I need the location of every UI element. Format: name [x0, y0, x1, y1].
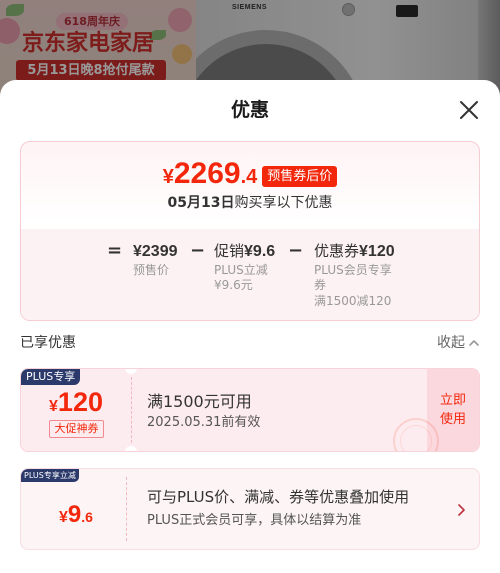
plus-discount-integer: 9 [67, 501, 82, 528]
coupon-label-cont: 券 [314, 278, 327, 292]
claimed-stamp-ring [400, 425, 432, 451]
plus-discount-note: PLUS正式会员可享，具体以结算为准 [147, 513, 362, 528]
promotion-prefix: 促销 [214, 242, 245, 260]
price-decimal: .4 [240, 165, 258, 188]
purchase-date: 05月13日 [167, 195, 235, 211]
price-currency: ¥ [162, 165, 174, 188]
coupon-divider [131, 377, 132, 443]
plus-discount-badge: PLUS专享立减 [21, 469, 79, 482]
purchase-date-note: 05月13日购买享以下优惠 [21, 193, 479, 213]
use-now-label-line2: 使用 [439, 412, 466, 427]
promotion-label: PLUS立减 [214, 263, 268, 277]
equals-sign: = [107, 240, 123, 261]
purchase-date-text: 购买享以下优惠 [234, 195, 333, 211]
sheet-title: 优惠 [230, 99, 269, 121]
collapse-label: 收起 [437, 335, 465, 351]
plus-discount-amount: ¥9.6 [21, 500, 131, 533]
coupon-amount-value: 120 [57, 387, 103, 417]
plus-discount-description: 可与PLUS价、满减、券等优惠叠加使用 [147, 488, 410, 506]
coupon-currency: ¥ [49, 398, 58, 415]
final-price: ¥2269.4 [163, 157, 258, 196]
coupon-condition: 满1500元可用 [147, 392, 252, 411]
price-breakdown: = ¥2399 预售价 − 促销¥9.6 PLUS立减 ¥9.6元 − 优惠券¥… [21, 229, 479, 320]
promotion-sheet: 优惠 ¥2269.4 预售券后价 05月13日购买享以下优惠 = ¥2399 预… [0, 80, 500, 573]
collapse-toggle[interactable]: 收起 [437, 334, 480, 352]
promotion-value: ¥9.6 [244, 243, 276, 260]
coupon-validity: 2025.05.31前有效 [147, 415, 261, 430]
chevron-right-icon [458, 504, 465, 516]
coupon-notch [125, 446, 137, 451]
promotion-discount-amount: 促销¥9.6 [214, 241, 275, 261]
minus-sign: − [288, 240, 304, 261]
coupon-card[interactable]: PLUS专享 ¥120 大促神券 满1500元可用 2025.05.31前有效 … [20, 368, 480, 452]
presale-price-label: 预售价 [133, 263, 170, 277]
close-icon [460, 101, 478, 119]
close-button[interactable] [458, 99, 480, 121]
price-summary-card: ¥2269.4 预售券后价 05月13日购买享以下优惠 = ¥2399 预售价 … [20, 141, 480, 321]
plus-discount-card[interactable]: PLUS专享立减 ¥9.6 可与PLUS价、满减、券等优惠叠加使用 PLUS正式… [20, 468, 480, 550]
coupon-amount: ¥120 [21, 386, 131, 423]
plus-discount-detail-button[interactable] [456, 503, 466, 517]
applied-discounts-title: 已享优惠 [20, 335, 76, 351]
chevron-up-icon [469, 340, 479, 346]
price-integer: 2269 [173, 156, 241, 190]
plus-discount-currency: ¥ [59, 509, 68, 526]
coupon-divider [126, 477, 127, 541]
presale-price-value: ¥2399 [133, 243, 178, 260]
plus-exclusive-badge: PLUS专享 [21, 369, 81, 385]
minus-sign: − [190, 240, 206, 261]
presale-price-amount: ¥2399 [133, 241, 178, 261]
final-price-row: ¥2269.4 预售券后价 [21, 157, 479, 196]
coupon-prefix: 优惠券 [314, 242, 360, 260]
plus-discount-decimal: .6 [81, 509, 93, 525]
coupon-discount-amount: 优惠券¥120 [314, 241, 395, 261]
use-now-label-line1: 立即 [439, 393, 466, 408]
coupon-notch [125, 369, 137, 374]
coupon-condition: 满1500减120 [314, 294, 392, 308]
presale-price-badge: 预售券后价 [262, 165, 338, 187]
coupon-label: PLUS会员专享 [314, 263, 392, 277]
coupon-tag: 大促神券 [49, 420, 104, 438]
coupon-value: ¥120 [359, 243, 395, 260]
promotion-detail: ¥9.6元 [214, 278, 253, 292]
